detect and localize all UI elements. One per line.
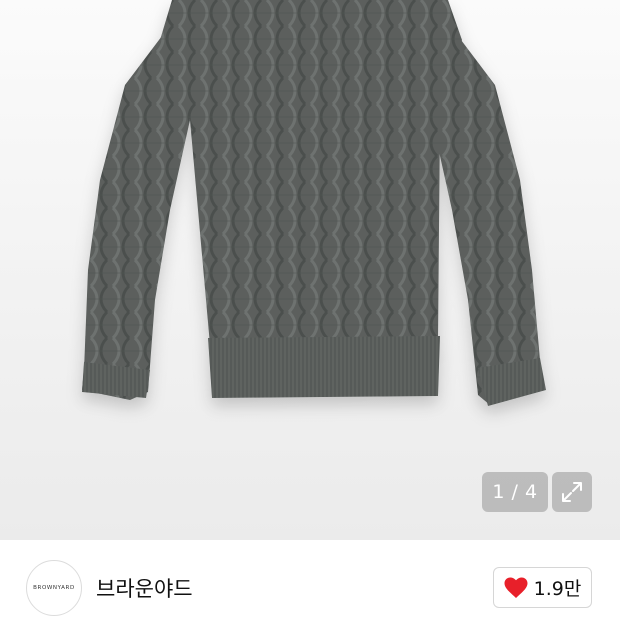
brand-logo[interactable]: BROWNYARD [26, 560, 82, 616]
product-image-sweater[interactable] [0, 0, 620, 540]
brand-logo-text: BROWNYARD [33, 585, 75, 591]
page-indicator-text: 1 / 4 [492, 481, 538, 503]
like-button[interactable]: 1.9만 [493, 567, 592, 608]
like-count: 1.9만 [533, 578, 582, 600]
image-page-indicator: 1 / 4 [482, 472, 548, 512]
heart-icon [504, 577, 528, 598]
expand-image-button[interactable] [552, 472, 592, 512]
product-image-gallery[interactable]: 1 / 4 [0, 0, 620, 540]
brand-name[interactable]: 브라운야드 [96, 573, 193, 603]
expand-arrows-icon [562, 482, 582, 502]
